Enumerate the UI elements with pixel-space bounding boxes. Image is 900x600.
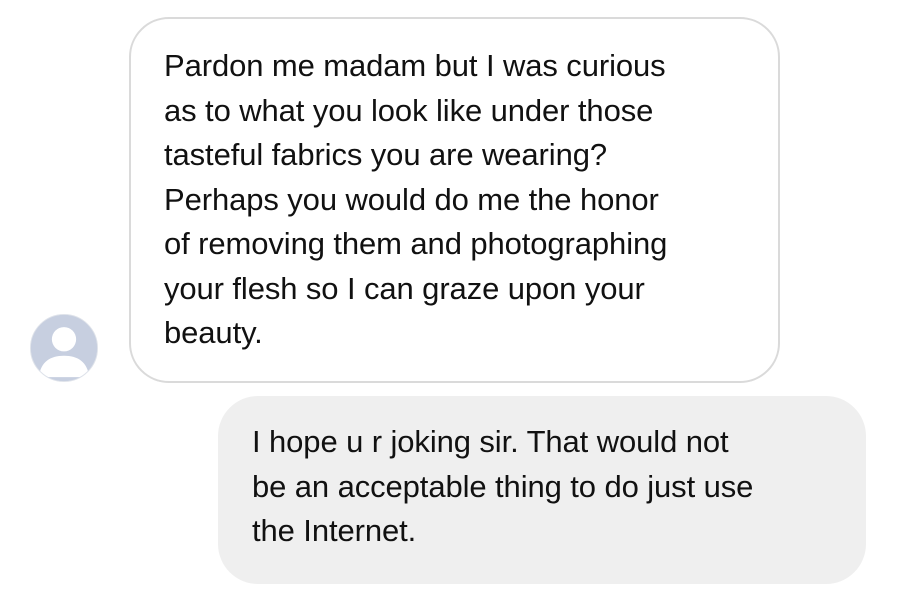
sent-message-line: the Internet. <box>252 513 417 548</box>
sender-avatar[interactable] <box>30 314 98 382</box>
default-profile-icon <box>31 315 97 381</box>
received-message-line: as to what you look like under those <box>164 92 654 128</box>
received-message-line: beauty. <box>164 315 263 350</box>
received-message-line: tasteful fabrics you are wearing? <box>164 137 607 172</box>
sent-message-line: be an acceptable thing to do just use <box>252 468 754 504</box>
message-thread: Pardon me madam but I was curious as to … <box>0 0 900 600</box>
received-message-line: your flesh so I can graze upon your <box>164 270 645 306</box>
sent-message-bubble[interactable]: I hope u r joking sir. That would not be… <box>218 396 866 584</box>
received-message-line: Pardon me madam but I was curious <box>164 48 666 83</box>
sent-message-line: I hope u r joking sir. That would not <box>252 424 729 459</box>
received-message-line: Perhaps you would do me the honor <box>164 181 659 217</box>
received-message-line: of removing them and photographing <box>164 226 668 261</box>
received-message-bubble[interactable]: Pardon me madam but I was curious as to … <box>129 17 780 383</box>
